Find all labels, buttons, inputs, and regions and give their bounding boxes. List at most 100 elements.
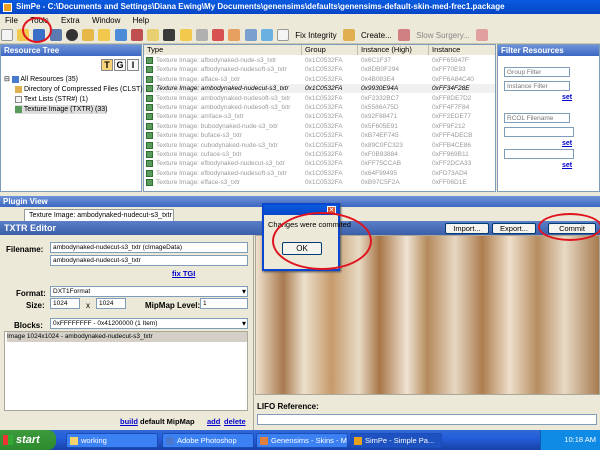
delete-link[interactable]: delete (224, 417, 246, 426)
recent-icon[interactable] (82, 29, 95, 41)
tree-mode-instance-button[interactable]: I (127, 59, 139, 71)
tag-icon[interactable] (228, 29, 241, 41)
row-type: Texture Image: buface-s3_txtr (156, 132, 242, 140)
menu-extra[interactable]: Extra (61, 14, 80, 27)
filter-combo[interactable] (504, 149, 574, 159)
find-icon[interactable] (195, 29, 208, 41)
clock: 10:18 AM (564, 435, 596, 444)
tree-item-txtr[interactable]: Texture Image (TXTR) (33) (15, 105, 108, 114)
blocks-select[interactable]: 0xFFFFFFFF - 0x41200000 (1 Item) (50, 318, 248, 329)
cut-icon[interactable] (130, 29, 143, 41)
table-row[interactable]: Texture Image: cuface-s3_txtr 0x1C0532FA 0… (144, 150, 495, 159)
refresh-icon[interactable] (244, 29, 257, 41)
row-instance: 0xFF34F28E (432, 85, 470, 93)
filename-field[interactable]: ambodynaked-nudecut-s3_txtr (cImageData) (50, 242, 248, 253)
create-icon[interactable] (342, 29, 355, 41)
start-button[interactable]: start (0, 430, 56, 450)
import-button[interactable]: Import... (445, 223, 489, 234)
tree-item-all-resources[interactable]: ⊟ All Resources (35) (4, 75, 78, 84)
row-instance-high: 0xFF75CCAB (361, 160, 402, 168)
column-instance[interactable]: Instance (429, 45, 495, 55)
windows-logo-icon (3, 435, 13, 445)
texture-icon (146, 160, 153, 168)
table-row[interactable]: Texture Image: bubodynaked-nude-s3_txtr 0… (144, 122, 495, 131)
lifo-panel: LIFO Reference: (255, 395, 600, 430)
row-instance-high: 0x64F99495 (361, 169, 398, 177)
set-rcol-link[interactable]: set (562, 140, 572, 147)
table-row[interactable]: Texture Image: efface-s3_txtr 0x1C0532FA 0… (144, 178, 495, 187)
tab-texture-image[interactable]: Texture Image: ambodynaked-nudecut-s3_tx… (24, 209, 174, 221)
window-title: SimPe - C:\Documents and Settings\Diana … (16, 2, 505, 11)
lifo-reference-field[interactable] (257, 414, 597, 425)
delete-icon[interactable] (212, 29, 225, 41)
table-row[interactable]: Texture Image: afbodynaked-nude-s3_txtr 0… (144, 56, 495, 65)
folder-open-icon[interactable] (179, 29, 192, 41)
row-group: 0x1C0532FA (305, 151, 343, 158)
rcol-filter-value[interactable] (504, 127, 574, 137)
menu-window[interactable]: Window (92, 14, 120, 27)
slow-surgery-button[interactable]: Slow Surgery... (416, 27, 470, 44)
table-row[interactable]: Texture Image: efbodynaked-nudecut-s3_tx… (144, 159, 495, 168)
rcol-filename-input[interactable]: RCOL Filename (504, 113, 570, 123)
table-row[interactable]: Texture Image: cubodynaked-nude-s3_txtr 0… (144, 141, 495, 150)
column-type[interactable]: Type (144, 45, 302, 55)
instance-filter-input[interactable]: Instance Filter (504, 81, 570, 91)
blocks-label: Blocks: (14, 321, 43, 330)
table-row[interactable]: Texture Image: efbodynaked-nudesoft-s3_t… (144, 169, 495, 178)
task-photoshop[interactable]: Adobe Photoshop (162, 433, 254, 448)
texture-icon (15, 105, 22, 113)
set-filter-link[interactable]: set (562, 94, 572, 101)
add-link[interactable]: add (207, 417, 220, 426)
image-list[interactable]: Image 1024x1024 - ambodynaked-nudecut-s3… (4, 331, 248, 411)
browser-icon (260, 437, 268, 445)
folder-icon[interactable] (98, 29, 111, 41)
table-row[interactable]: Texture Image: afbodynaked-nudesoft-s3_t… (144, 65, 495, 74)
table-row[interactable]: Texture Image: amface-s3_txtr 0x1C0532FA 0… (144, 112, 495, 121)
filename-field-short[interactable]: ambodynaked-nudecut-s3_txtr (50, 255, 248, 266)
task-browser[interactable]: Genensims - Skins - M... (256, 433, 348, 448)
image-list-item[interactable]: Image 1024x1024 - ambodynaked-nudecut-s3… (7, 332, 247, 342)
close-package-icon[interactable] (65, 29, 78, 41)
row-instance: 0xFF8DE7D2 (432, 94, 472, 102)
row-type: Texture Image: ambodynaked-nudesoft-s3_t… (156, 104, 291, 111)
task-simpe[interactable]: SimPe - Simple Pa... (350, 433, 442, 448)
fix-integrity-button[interactable]: Fix Integrity (295, 27, 336, 44)
create-button[interactable]: Create... (361, 27, 392, 44)
table-row[interactable]: Texture Image: afface-s3_txtr 0x1C0532FA 0… (144, 75, 495, 84)
table-row[interactable]: Texture Image: ambodynaked-nudecut-s3_tx… (144, 84, 495, 94)
column-group[interactable]: Group (302, 45, 358, 55)
tree-mode-type-button[interactable]: T (101, 59, 113, 71)
task-label: Adobe Photoshop (177, 436, 237, 445)
export-button[interactable]: Export... (492, 223, 536, 234)
fix-tgi-link[interactable]: fix TGI (172, 269, 195, 278)
tree-item-clst[interactable]: Directory of Compressed Files (CLST) (15, 85, 143, 94)
column-instance-high[interactable]: Instance (High) (358, 45, 429, 55)
table-row[interactable]: Texture Image: buface-s3_txtr 0x1C0532FA 0… (144, 131, 495, 140)
set-combo-link[interactable]: set (562, 162, 572, 169)
size-width-field[interactable]: 1024 (50, 298, 80, 309)
user-icon[interactable] (163, 29, 176, 41)
row-instance: 0xFF6A84C40 (432, 75, 474, 83)
row-instance-high: 0x6C1F37 (361, 57, 391, 64)
lock-icon[interactable] (476, 29, 489, 41)
tree-item-str[interactable]: Text Lists (STR#) (1) (15, 95, 88, 104)
copy-icon[interactable] (147, 29, 160, 41)
view-icon[interactable] (260, 29, 273, 41)
table-row[interactable]: Texture Image: ambodynaked-nudesoft-s3_t… (144, 94, 495, 103)
build-link[interactable]: build (120, 417, 138, 426)
table-row[interactable]: Texture Image: ambodynaked-nudesoft-s3_t… (144, 103, 495, 112)
menu-file[interactable]: File (5, 14, 18, 27)
group-filter-input[interactable]: Group Filter (504, 67, 570, 77)
texture-icon (146, 57, 153, 64)
surgery-icon[interactable] (397, 29, 410, 41)
fix-integrity-icon[interactable] (276, 29, 289, 41)
mipmap-level-field[interactable]: 1 (200, 298, 248, 309)
import-icon[interactable] (114, 29, 127, 41)
size-height-field[interactable]: 1024 (96, 298, 126, 309)
new-file-icon[interactable] (1, 29, 13, 41)
menu-help[interactable]: Help (133, 14, 149, 27)
format-select[interactable]: DXT1Format (50, 286, 248, 297)
row-type: Texture Image: afbodynaked-nudesoft-s3_t… (156, 66, 287, 74)
tree-mode-group-button[interactable]: G (114, 59, 126, 71)
task-working[interactable]: working (66, 433, 158, 448)
